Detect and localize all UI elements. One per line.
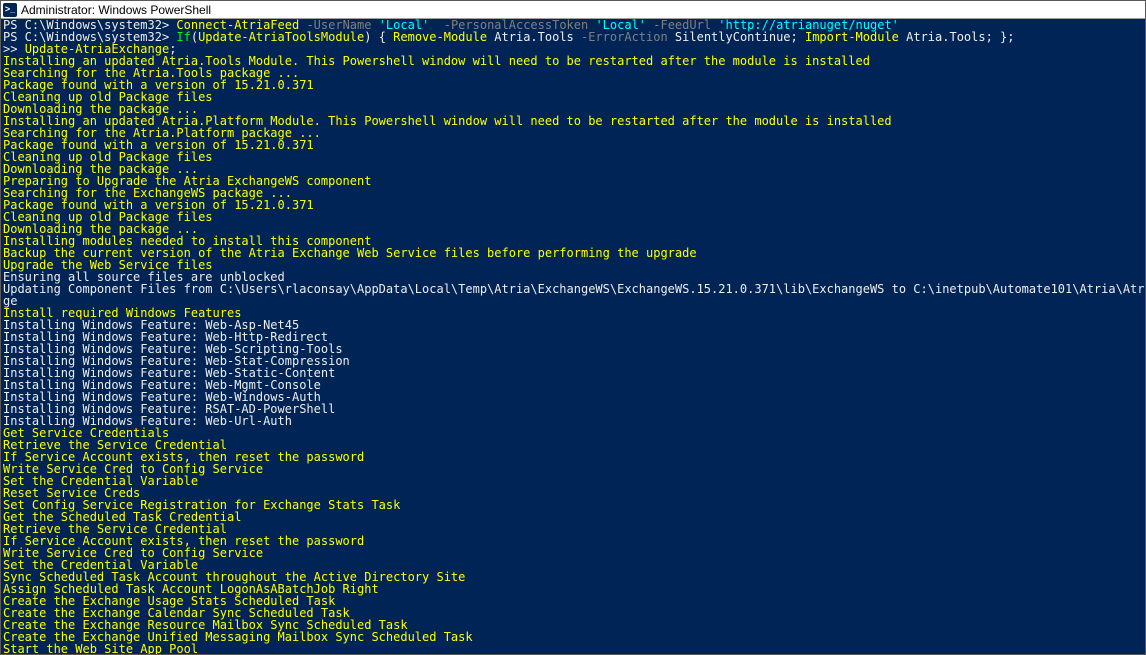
text-segment: SilentlyContinue; bbox=[668, 30, 805, 44]
text-segment: Atria.Tools; }; bbox=[899, 30, 1015, 44]
terminal-line: Start the Web Site App Pool bbox=[3, 643, 1143, 654]
terminal-line: Set the Credential Variable bbox=[3, 475, 1143, 487]
powershell-window: >_ Administrator: Windows PowerShell PS … bbox=[0, 0, 1146, 655]
terminal-line: Installing Windows Feature: Web-Url-Auth bbox=[3, 415, 1143, 427]
text-segment: Updating Component Files from C:\Users\r… bbox=[3, 282, 1145, 296]
text-segment: -ErrorAction bbox=[581, 30, 668, 44]
terminal-output[interactable]: PS C:\Windows\system32> Connect-AtriaFee… bbox=[1, 19, 1145, 654]
text-segment: Update-AtriaToolsModule bbox=[198, 30, 364, 44]
text-segment: Remove-Module bbox=[393, 30, 487, 44]
titlebar[interactable]: >_ Administrator: Windows PowerShell bbox=[1, 1, 1145, 19]
window-title: Administrator: Windows PowerShell bbox=[21, 3, 211, 17]
text-segment: Atria.Tools bbox=[487, 30, 581, 44]
terminal-line: Updating Component Files from C:\Users\r… bbox=[3, 283, 1143, 295]
text-segment: ( bbox=[191, 30, 198, 44]
text-segment: Import-Module bbox=[805, 30, 899, 44]
text-segment: Start the Web Site App Pool bbox=[3, 642, 198, 654]
text-segment: If bbox=[176, 30, 190, 44]
powershell-icon: >_ bbox=[3, 3, 17, 17]
text-segment: ) { bbox=[364, 30, 393, 44]
